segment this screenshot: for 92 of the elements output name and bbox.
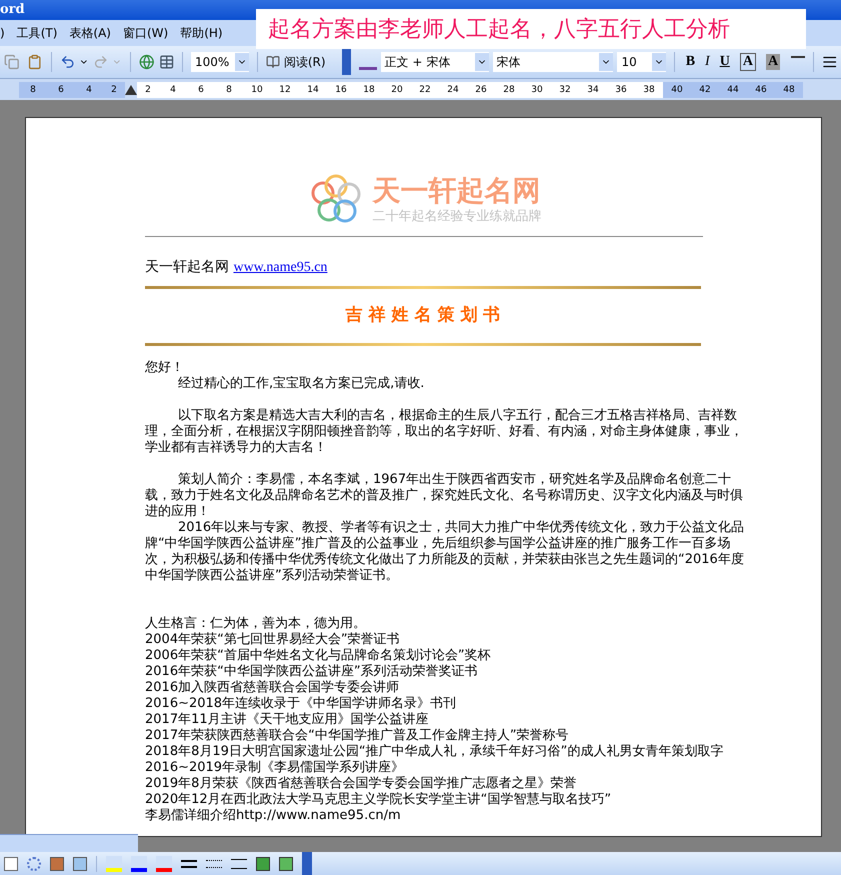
format-button[interactable]: A — [740, 53, 756, 71]
toolbar-grip[interactable] — [342, 49, 352, 75]
site-name: 天一轩起名网 — [145, 259, 229, 275]
ruler-number: 14 — [299, 82, 327, 98]
paragraph: 2006年荣获“首届中华姓名文化与品牌命名策划讨论会”奖杯 — [145, 648, 492, 664]
size-dropdown[interactable]: 10 — [617, 52, 666, 72]
3d-icon[interactable] — [279, 856, 293, 870]
ruler-number: 26 — [467, 82, 495, 98]
wordart-icon[interactable] — [4, 856, 18, 870]
paragraph: 李易儒详细介绍http://www.name95.cn/m — [145, 808, 402, 824]
paragraph: 2004年荣获“第七回世界易经大会”荣誉证书 — [145, 632, 401, 648]
ruler-number: 40 — [663, 82, 691, 98]
caret-icon — [599, 53, 614, 71]
ruler-number: 8 — [215, 82, 243, 98]
menu-item[interactable]: 窗口(W) — [122, 24, 168, 42]
paragraph: 2016加入陕西省慈善联合会国学专委会讲师 — [145, 680, 400, 696]
paste-icon[interactable] — [27, 54, 43, 70]
paragraph: 2017年荣获陕西慈善联合会“中华国学推广普及工作金牌主持人”荣誉称号 — [145, 728, 570, 744]
style-dropdown[interactable]: 正文 + 宋体 — [380, 52, 489, 72]
paragraph: 2020年12月在西北政法大学马克思主义学院长安学堂主讲“国学智慧与取名技巧” — [145, 792, 612, 808]
logo-tagline: 二十年起名经验专业练就品牌 — [372, 208, 542, 226]
paragraph: 2018年8月19日大明宫国家遗址公园“推广中华成人礼，承续千年好习俗”的成人礼男女青年策划取字 — [145, 744, 724, 760]
ruler-number: 34 — [579, 82, 607, 98]
paragraph: 人生格言：仁为体，善为本，德为用。 — [145, 616, 367, 632]
globe-icon[interactable] — [139, 54, 155, 70]
justify-icon[interactable] — [822, 54, 838, 70]
arrow-style-icon[interactable] — [231, 858, 247, 868]
read-button[interactable]: 阅读(R) — [266, 53, 326, 71]
caret-icon — [234, 53, 249, 71]
picture-icon[interactable] — [73, 856, 87, 870]
dash-style-icon[interactable] — [206, 860, 222, 868]
caret-icon — [474, 53, 489, 71]
site-link[interactable]: www.name95.cn — [233, 260, 328, 275]
format-button[interactable]: B — [686, 54, 696, 70]
ruler-number: 42 — [691, 82, 719, 98]
book-icon — [266, 55, 280, 69]
menu-item[interactable]: ) — [0, 24, 5, 42]
logo-name: 天一轩起名网 — [372, 175, 542, 208]
ruler-number: 32 — [551, 82, 579, 98]
ruler-number: 22 — [411, 82, 439, 98]
ruler-number: 46 — [747, 82, 775, 98]
ruler-number: 44 — [719, 82, 747, 98]
paragraph: 以下取名方案是精选大吉大利的吉名，根据命主的生辰八字五行，配合三才五格吉祥格局、吉祥数理，全面分析，在根据汉字阴阳顿挫音韵等，取出的名字好听、好看、有内涵，对命主身体健康，事业，学业都有吉祥诱导力的大吉名！ — [145, 408, 744, 456]
font-color-icon[interactable] — [156, 856, 172, 872]
line-color-icon[interactable] — [131, 856, 147, 872]
format-button[interactable]: U — [720, 54, 730, 70]
paragraph: 经过精心的工作,宝宝取名方案已完成,请收. — [177, 376, 426, 392]
paragraph: 2016~2019年录制《李易儒国学系列讲座》 — [145, 760, 406, 776]
ruler-number: 8 — [19, 82, 47, 98]
ruler-number: 6 — [47, 82, 75, 98]
diagram-icon[interactable] — [27, 856, 41, 870]
ruler-number: 12 — [271, 82, 299, 98]
ruler-number: 20 — [383, 82, 411, 98]
paragraph: 2016~2018年连续收录于《中华国学讲师名录》书刊 — [145, 696, 458, 712]
format-button[interactable]: I — [705, 54, 710, 70]
ruler-number: 18 — [355, 82, 383, 98]
banner-text: 起名方案由李老师人工起名，八字五行人工分析 — [268, 16, 730, 44]
shadow-icon[interactable] — [256, 856, 270, 870]
window-title: ord — [0, 1, 25, 20]
menu-item[interactable]: 工具(T) — [16, 24, 58, 42]
ruler-number: 4 — [159, 82, 187, 98]
line-style-icon[interactable] — [181, 860, 197, 868]
ruler-number: 2 — [103, 82, 125, 98]
ruler-number: 2 — [137, 82, 159, 98]
ruler-number: 16 — [327, 82, 355, 98]
paragraph: 2016年以来与专家、教授、学者等有识之士，共同大力推广中华优秀传统文化，致力于公益文化品牌“中华国学陕西公益讲座”推广普及的公益事业，先后组织参与国学公益讲座的推广服务工作一百多场次，为积极弘扬和传播中华优秀传统文化做出了力所能及的贡献，并荣获由张岂之先生题词的“2016年度中华国学陕西公益讲座”系列活动荣誉证书。 — [145, 520, 745, 584]
document-heading: 吉 祥 姓 名 策 划 书 — [346, 304, 500, 327]
paragraph: 2017年11月主讲《天干地支应用》国学公益讲座 — [145, 712, 430, 728]
font-dropdown[interactable]: 宋体 — [492, 52, 614, 72]
table-icon[interactable] — [158, 54, 174, 70]
ruler-number: 24 — [439, 82, 467, 98]
ruler-number: 6 — [187, 82, 215, 98]
zoom-dropdown[interactable]: 100% — [190, 52, 249, 72]
ruler-number: 36 — [607, 82, 635, 98]
ruler-number: 10 — [243, 82, 271, 98]
toolbar-grip[interactable] — [302, 852, 312, 875]
ruler-number: 28 — [495, 82, 523, 98]
menu-item[interactable]: 帮助(H) — [180, 24, 223, 42]
caret-icon — [652, 53, 666, 71]
paragraph: 2019年8月荣获《陕西省慈善联合会国学专委会国学推广志愿者之星》荣誉 — [145, 776, 578, 792]
ruler-number: 38 — [635, 82, 663, 98]
paragraph: 策划人简介：李易儒，本名李斌，1967年出生于陕西省西安市，研究姓名学及品牌命名创意二十载，致力于姓名文化及品牌命名艺术的普及推广，探究姓氏文化、名号称谓历史、汉字文化内涵及与时俱进的应用！ — [145, 472, 744, 520]
ruler-number: 30 — [523, 82, 551, 98]
fill-color-icon[interactable] — [106, 856, 122, 872]
clipart-icon[interactable] — [50, 856, 64, 870]
undo-icon[interactable] — [60, 54, 76, 70]
paragraph: 2016年荣获“中华国学陕西公益讲座”系列活动荣誉奖证书 — [145, 664, 479, 680]
paragraph: 您好！ — [145, 360, 185, 376]
format-button[interactable]: A — [766, 54, 780, 70]
menu-item[interactable]: 表格(A) — [69, 24, 111, 42]
ruler-number: 4 — [75, 82, 103, 98]
ruler-number: 48 — [775, 82, 803, 98]
